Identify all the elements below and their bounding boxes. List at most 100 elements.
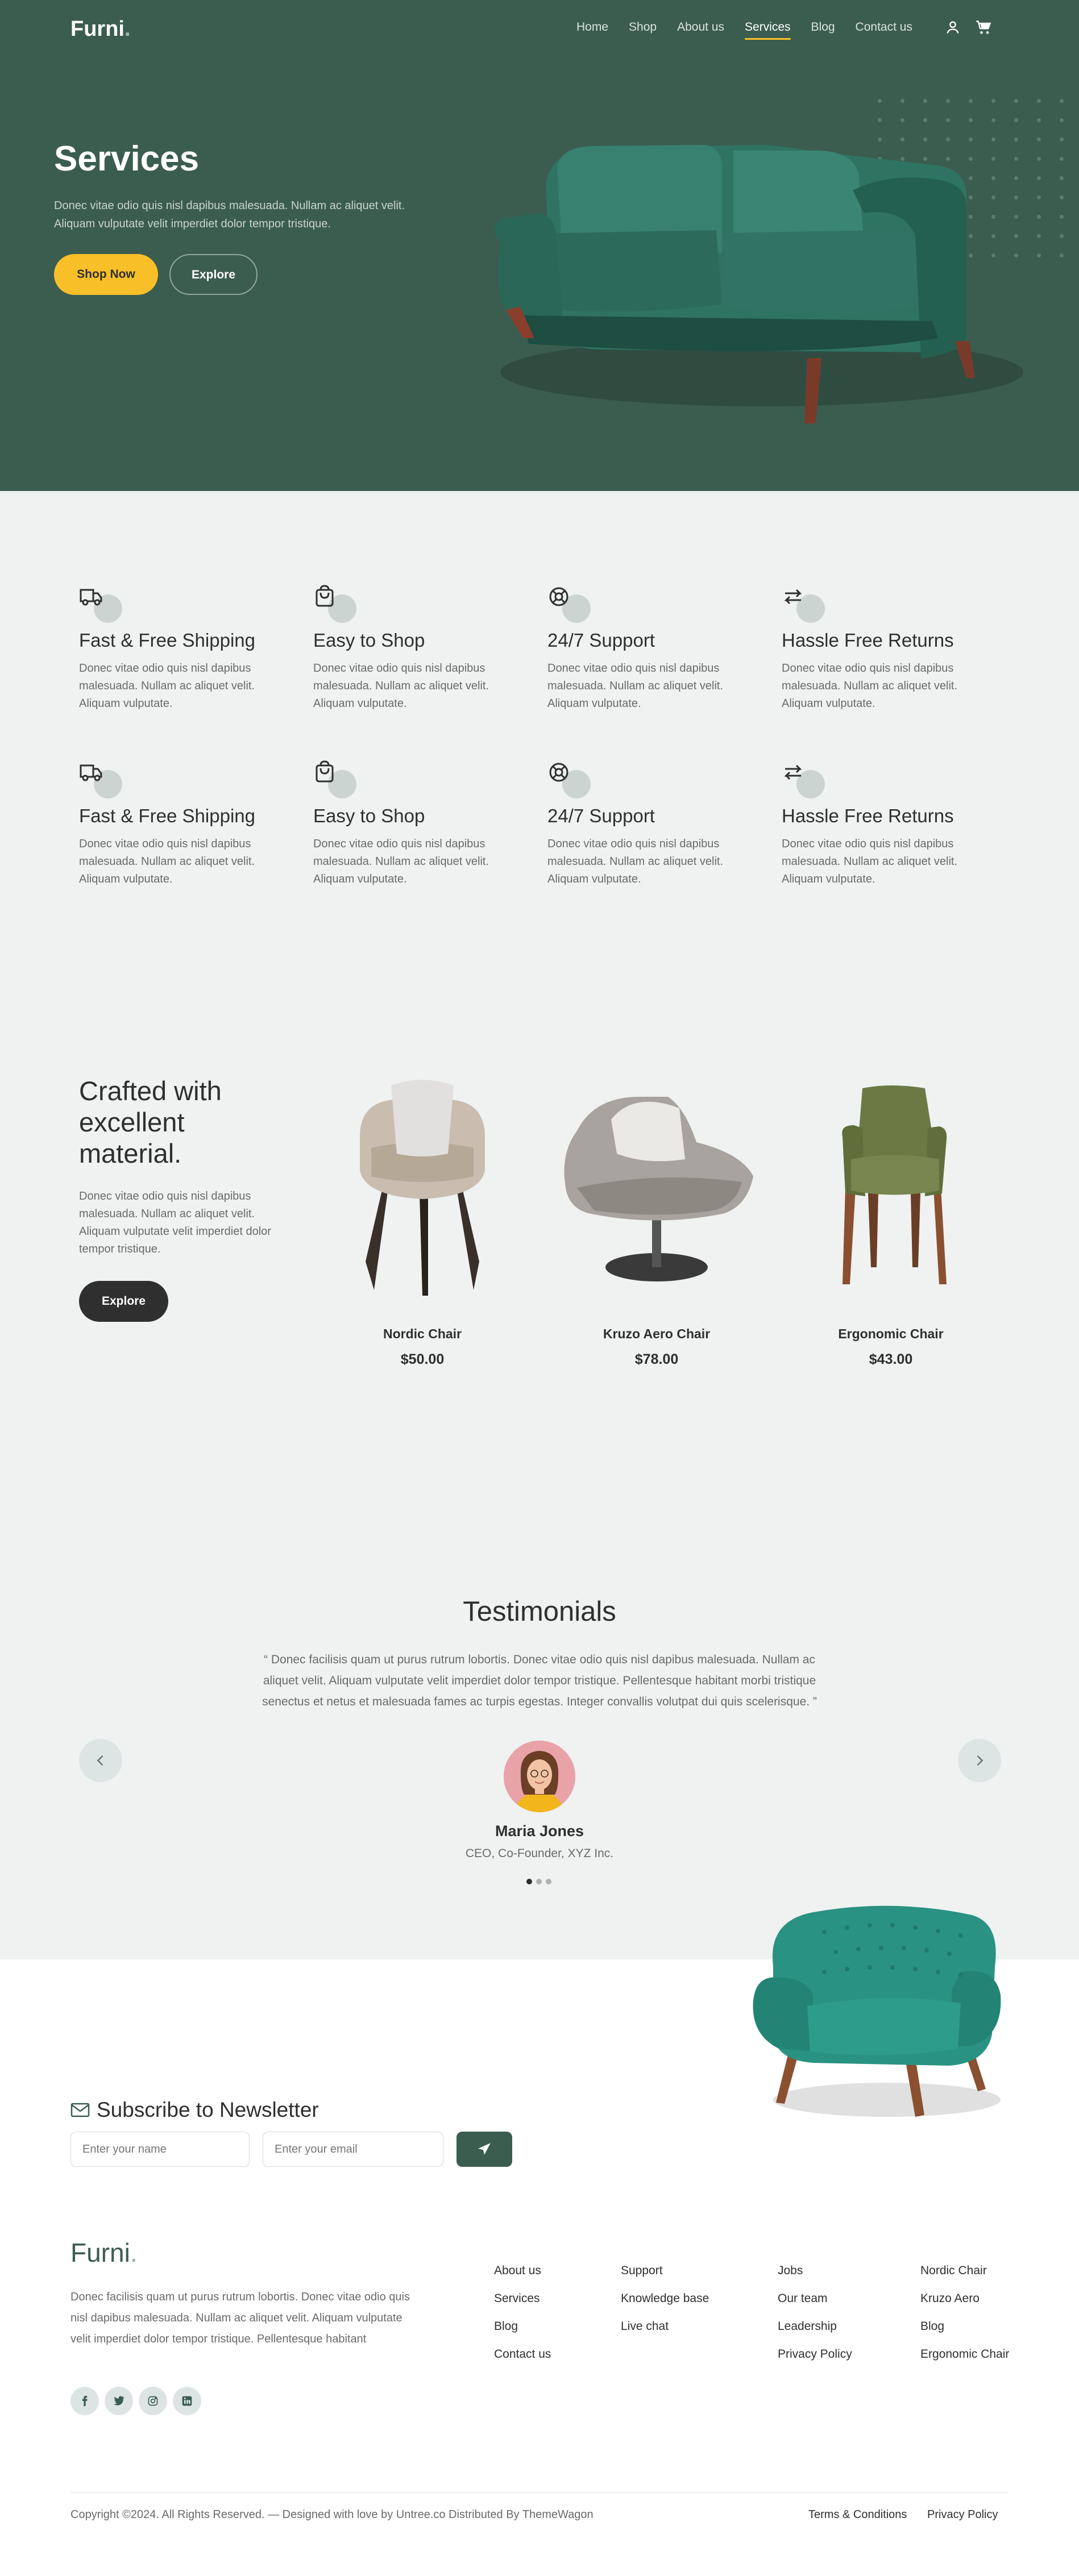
kruzo-chair-image [564,1097,753,1281]
feature-title: Easy to Shop [313,805,425,826]
linkedin-link[interactable] [173,2387,201,2415]
logo[interactable]: Furni. [70,17,131,41]
feature-text: Donec vitae odio quis nisl dapibus males… [782,838,958,885]
footer-link[interactable]: Support [621,2264,663,2278]
newsletter-submit-button[interactable] [457,2132,512,2167]
footer-link[interactable]: Knowledge base [621,2292,709,2306]
footer-logo[interactable]: Furni. [70,2237,138,2268]
pattern-dot [1060,215,1064,219]
explore-button[interactable]: Explore [169,254,258,295]
instagram-link[interactable] [139,2387,167,2415]
pattern-dot [991,99,995,103]
pattern-dot [1037,234,1041,238]
newsletter-name-field[interactable] [70,2132,250,2167]
pattern-dot [1014,118,1018,122]
footer-link[interactable]: Nordic Chair [920,2264,987,2278]
bag-icon [313,584,359,623]
twitter-icon [113,2396,125,2406]
pattern-dot [991,118,995,122]
newsletter-title: Subscribe to Newsletter [70,2098,319,2122]
feature-title: Fast & Free Shipping [79,630,255,651]
next-testimonial-button[interactable] [958,1739,1001,1782]
feature-title: Easy to Shop [313,630,425,651]
footer-divider [70,2492,1009,2493]
facebook-icon [82,2395,88,2407]
pattern-dot [1060,234,1064,238]
truck-icon [79,584,125,623]
footer-link[interactable]: Privacy Policy [778,2348,852,2361]
product-price: $78.00 [634,1351,679,1367]
testimonial-role: CEO, Co-Founder, XYZ Inc. [465,1847,614,1860]
footer-link[interactable]: Our team [778,2292,828,2306]
pattern-dot [1060,195,1064,199]
pattern-dot [1037,138,1041,142]
pattern-dot [1037,253,1041,257]
nav-blog[interactable]: Blog [811,20,835,34]
pattern-dot [1037,157,1041,161]
privacy-link[interactable]: Privacy Policy [927,2508,998,2521]
bag-icon [313,760,359,798]
sofa-image [495,145,1023,423]
feature-title: 24/7 Support [547,805,655,826]
footer-link[interactable]: Contact us [494,2348,551,2361]
newsletter-email-field[interactable] [263,2132,443,2167]
footer-text: Donec facilisis quam ut purus rutrum lob… [70,2291,410,2345]
nav-home[interactable]: Home [576,20,608,34]
carousel-dot-active[interactable] [526,1879,532,1884]
product-price: $50.00 [400,1351,445,1367]
footer-link[interactable]: About us [494,2264,541,2278]
footer-link[interactable]: Leadership [778,2320,837,2333]
pattern-dot [1037,215,1041,219]
nav-shop[interactable]: Shop [629,20,657,34]
product-name: Ergonomic Chair [838,1326,944,1341]
products-explore-button[interactable]: Explore [79,1281,168,1322]
feature-text: Donec vitae odio quis nisl dapibus males… [547,838,724,885]
support-icon [547,584,593,623]
navbar: Furni. Home Shop About us Services Blog … [0,0,1079,57]
feature-title: Hassle Free Returns [782,630,954,651]
footer-link[interactable]: Services [494,2292,540,2306]
product-card-kruzo[interactable] [554,1074,759,1299]
user-icon[interactable] [945,19,961,35]
pattern-dot [1060,253,1064,257]
cart-icon[interactable] [976,19,991,35]
feature-text: Donec vitae odio quis nisl dapibus males… [782,662,958,710]
product-card-ergonomic[interactable] [789,1074,993,1299]
nav-menu: Home Shop About us Services Blog Contact… [576,20,933,40]
pattern-dot [878,99,882,103]
linkedin-icon [182,2396,192,2406]
pattern-dot [1060,176,1064,180]
nav-contact[interactable]: Contact us [856,20,912,34]
nordic-chair-image [360,1080,485,1296]
shop-now-button[interactable]: Shop Now [54,254,158,295]
footer-link[interactable]: Kruzo Aero [920,2292,980,2306]
products-section-title: Crafted with excellent material. [79,1076,222,1168]
prev-testimonial-button[interactable] [79,1739,122,1782]
product-card-nordic[interactable] [320,1074,525,1299]
hero-text: Donec vitae odio quis nisl dapibus males… [54,199,405,230]
paper-plane-icon [478,2143,491,2155]
testimonial-quote: “ Donec facilisis quam ut purus rutrum l… [262,1653,817,1708]
features-section: Fast & Free Shipping Donec vitae odio qui… [0,491,1079,980]
pattern-dot [900,118,904,122]
nav-services[interactable]: Services [744,20,791,40]
carousel-dot[interactable] [546,1879,551,1884]
chevron-right-icon [977,1755,983,1766]
pattern-dot [969,99,973,103]
nav-about[interactable]: About us [677,20,724,34]
terms-link[interactable]: Terms & Conditions [808,2508,907,2521]
pattern-dot [1037,118,1041,122]
avatar [504,1741,575,1812]
footer-link[interactable]: Ergonomic Chair [920,2348,1009,2361]
armchair-image [753,1905,1001,2117]
footer-link[interactable]: Live chat [621,2320,669,2333]
footer-link[interactable]: Blog [494,2320,518,2333]
facebook-link[interactable] [70,2387,99,2415]
footer-link[interactable]: Jobs [778,2264,803,2278]
chevron-left-icon [97,1755,103,1766]
twitter-link[interactable] [105,2387,133,2415]
pattern-dot [923,118,927,122]
carousel-dot[interactable] [536,1879,542,1884]
footer-link[interactable]: Blog [920,2320,944,2333]
return-icon [782,584,827,623]
